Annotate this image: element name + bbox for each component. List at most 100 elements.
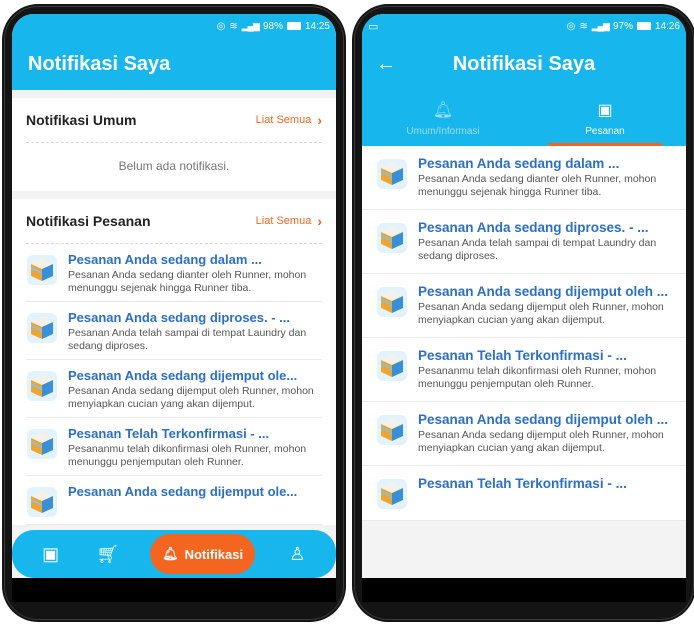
app-bar: Notifikasi Saya — [12, 38, 336, 90]
package-icon — [376, 478, 408, 510]
image-icon: ▭ — [368, 20, 379, 33]
battery-percent: 98% — [262, 20, 283, 32]
location-icon: ◎ — [216, 20, 226, 32]
item-title: Pesanan Anda sedang diproses. - ... — [418, 220, 649, 235]
item-title: Pesanan Anda sedang dalam ... — [418, 156, 620, 171]
bell-icon: 🔔︎ — [162, 546, 179, 561]
cart-icon[interactable]: 🛒︎ — [93, 544, 123, 565]
item-content: Pesanan Anda sedang dijemput ole... Pesa… — [68, 368, 322, 411]
item-body: Pesanan Anda sedang dianter oleh Runner,… — [68, 269, 307, 294]
signal-icon: ▂▄▆ — [591, 20, 610, 31]
section-header: Notifikasi Pesanan Liat Semua › — [26, 199, 322, 243]
tab-umum[interactable]: 🔔︎ Umum/Informasi — [362, 90, 524, 146]
section-title: Notifikasi Umum — [26, 112, 137, 128]
item-body: Pesanan Anda sedang dijemput oleh Runner… — [418, 301, 664, 326]
status-bar: ◎ ≋ ▂▄▆ 98% 14:25 — [12, 14, 336, 38]
package-icon — [26, 312, 58, 344]
item-body: Pesanan Anda telah sampai di tempat Laun… — [68, 327, 307, 352]
user-icon[interactable]: ♙ — [282, 544, 312, 565]
notification-item[interactable]: Pesanan Anda sedang dijemput oleh ... Pe… — [362, 402, 686, 466]
item-body: Pesanan Anda sedang dijemput oleh Runner… — [68, 385, 314, 410]
notification-item[interactable]: Pesanan Telah Terkonfirmasi - ... Pesana… — [362, 338, 686, 402]
clock: 14:25 — [304, 20, 330, 32]
package-icon — [26, 428, 58, 460]
item-content: Pesanan Anda sedang dalam ... Pesanan An… — [418, 156, 672, 199]
item-title: Pesanan Telah Terkonfirmasi - ... — [68, 426, 270, 441]
notification-item[interactable]: Pesanan Anda sedang dalam ... Pesanan An… — [26, 244, 322, 302]
washer-icon[interactable]: ▣ — [36, 544, 66, 565]
package-icon — [376, 222, 408, 254]
tab-pesanan[interactable]: ▣ Pesanan — [524, 90, 686, 146]
washer-icon: ▣ — [597, 101, 613, 119]
package-icon — [376, 286, 408, 318]
section-title: Notifikasi Pesanan — [26, 213, 151, 229]
signal-icon: ▂▄▆ — [241, 20, 260, 31]
notification-item[interactable]: Pesanan Telah Terkonfirmasi - ... Pesana… — [26, 418, 322, 476]
notification-item[interactable]: Pesanan Anda sedang dijemput ole... Pesa… — [26, 360, 322, 418]
item-title: Pesanan Telah Terkonfirmasi - ... — [418, 476, 627, 491]
item-content: Pesanan Anda sedang dalam ... Pesanan An… — [68, 252, 322, 295]
wifi-icon: ≋ — [229, 20, 238, 32]
clock: 14:26 — [654, 20, 680, 32]
section-umum: Notifikasi Umum Liat Semua › Belum ada n… — [12, 98, 336, 191]
tab-label: Pesanan — [585, 125, 625, 137]
tab-bar: 🔔︎ Umum/Informasi ▣ Pesanan — [362, 90, 686, 146]
system-bar — [362, 578, 686, 602]
empty-message: Belum ada notifikasi. — [118, 159, 230, 173]
notification-item[interactable]: Pesanan Anda sedang diproses. - ... Pesa… — [26, 302, 322, 360]
location-icon: ◎ — [566, 20, 576, 32]
page-title: Notifikasi Saya — [452, 52, 596, 75]
notification-list: Pesanan Anda sedang dalam ... Pesanan An… — [362, 146, 686, 521]
page-title: Notifikasi Saya — [28, 52, 171, 75]
package-icon — [376, 350, 408, 382]
item-content: Pesanan Telah Terkonfirmasi - ... Pesana… — [418, 348, 672, 391]
notification-item[interactable]: Pesanan Anda sedang diproses. - ... Pesa… — [362, 210, 686, 274]
chevron-right-icon: › — [317, 213, 322, 229]
nav-label: Notifikasi — [184, 546, 244, 562]
item-title: Pesanan Anda sedang dijemput oleh ... — [418, 412, 669, 427]
notification-item[interactable]: Pesanan Anda sedang dijemput oleh ... Pe… — [362, 274, 686, 338]
bottom-nav: ▣ 🛒︎ 🔔︎ Notifikasi ♙ — [12, 530, 336, 578]
item-body: Pesananmu telah dikonfirmasi oleh Runner… — [418, 365, 657, 390]
see-all-link[interactable]: Liat Semua › — [256, 213, 322, 229]
notification-item[interactable]: Pesanan Anda sedang dalam ... Pesanan An… — [362, 146, 686, 210]
chevron-right-icon: › — [317, 112, 322, 128]
see-all-link[interactable]: Liat Semua › — [256, 112, 322, 128]
see-all-label: Liat Semua — [255, 114, 312, 126]
screen-right: ▭ ◎ ≋ ▂▄▆ 97% 14:26 ← Notifikasi Saya 🔔︎… — [362, 14, 686, 602]
notification-item[interactable]: Pesanan Telah Terkonfirmasi - ... — [362, 466, 686, 521]
battery-percent: 97% — [612, 20, 633, 32]
section-pesanan: Notifikasi Pesanan Liat Semua › Pesanan … — [12, 199, 336, 525]
package-icon — [376, 414, 408, 446]
item-content: Pesanan Anda sedang diproses. - ... Pesa… — [418, 220, 672, 263]
item-title: Pesanan Telah Terkonfirmasi - ... — [418, 348, 627, 363]
phone-right: ▭ ◎ ≋ ▂▄▆ 97% 14:26 ← Notifikasi Saya 🔔︎… — [352, 4, 694, 622]
item-content: Pesanan Anda sedang diproses. - ... Pesa… — [68, 310, 322, 353]
phone-left: ◎ ≋ ▂▄▆ 98% 14:25 Notifikasi Saya Notifi… — [2, 4, 346, 622]
section-header: Notifikasi Umum Liat Semua › — [26, 98, 322, 142]
battery-icon — [286, 22, 301, 30]
battery-icon — [636, 22, 651, 30]
nav-notifikasi[interactable]: 🔔︎ Notifikasi — [150, 534, 256, 574]
package-icon — [26, 254, 58, 286]
item-body: Pesanan Anda sedang dijemput oleh Runner… — [418, 429, 664, 454]
item-content: Pesanan Telah Terkonfirmasi - ... — [418, 476, 627, 510]
notification-item[interactable]: Pesanan Anda sedang dijemput ole... — [26, 476, 322, 525]
item-title: Pesanan Anda sedang dijemput oleh ... — [418, 284, 669, 299]
package-icon — [26, 370, 58, 402]
app-bar: ← Notifikasi Saya — [362, 38, 686, 90]
item-content: Pesanan Anda sedang dijemput oleh ... Pe… — [418, 284, 672, 327]
item-content: Pesanan Telah Terkonfirmasi - ... Pesana… — [68, 426, 322, 469]
wifi-icon: ≋ — [579, 20, 588, 32]
see-all-label: Liat Semua — [255, 215, 312, 227]
tab-label: Umum/Informasi — [406, 125, 480, 137]
item-title: Pesanan Anda sedang dijemput ole... — [68, 368, 298, 383]
bell-icon: 🔔︎ — [432, 101, 454, 119]
item-title: Pesanan Anda sedang dijemput ole... — [68, 484, 298, 499]
item-body: Pesanan Anda sedang dianter oleh Runner,… — [418, 173, 657, 198]
package-icon — [376, 158, 408, 190]
item-content: Pesanan Anda sedang dijemput ole... — [68, 484, 297, 518]
back-arrow-icon[interactable]: ← — [376, 53, 396, 76]
package-icon — [26, 486, 58, 518]
status-bar: ▭ ◎ ≋ ▂▄▆ 97% 14:26 — [362, 14, 686, 38]
